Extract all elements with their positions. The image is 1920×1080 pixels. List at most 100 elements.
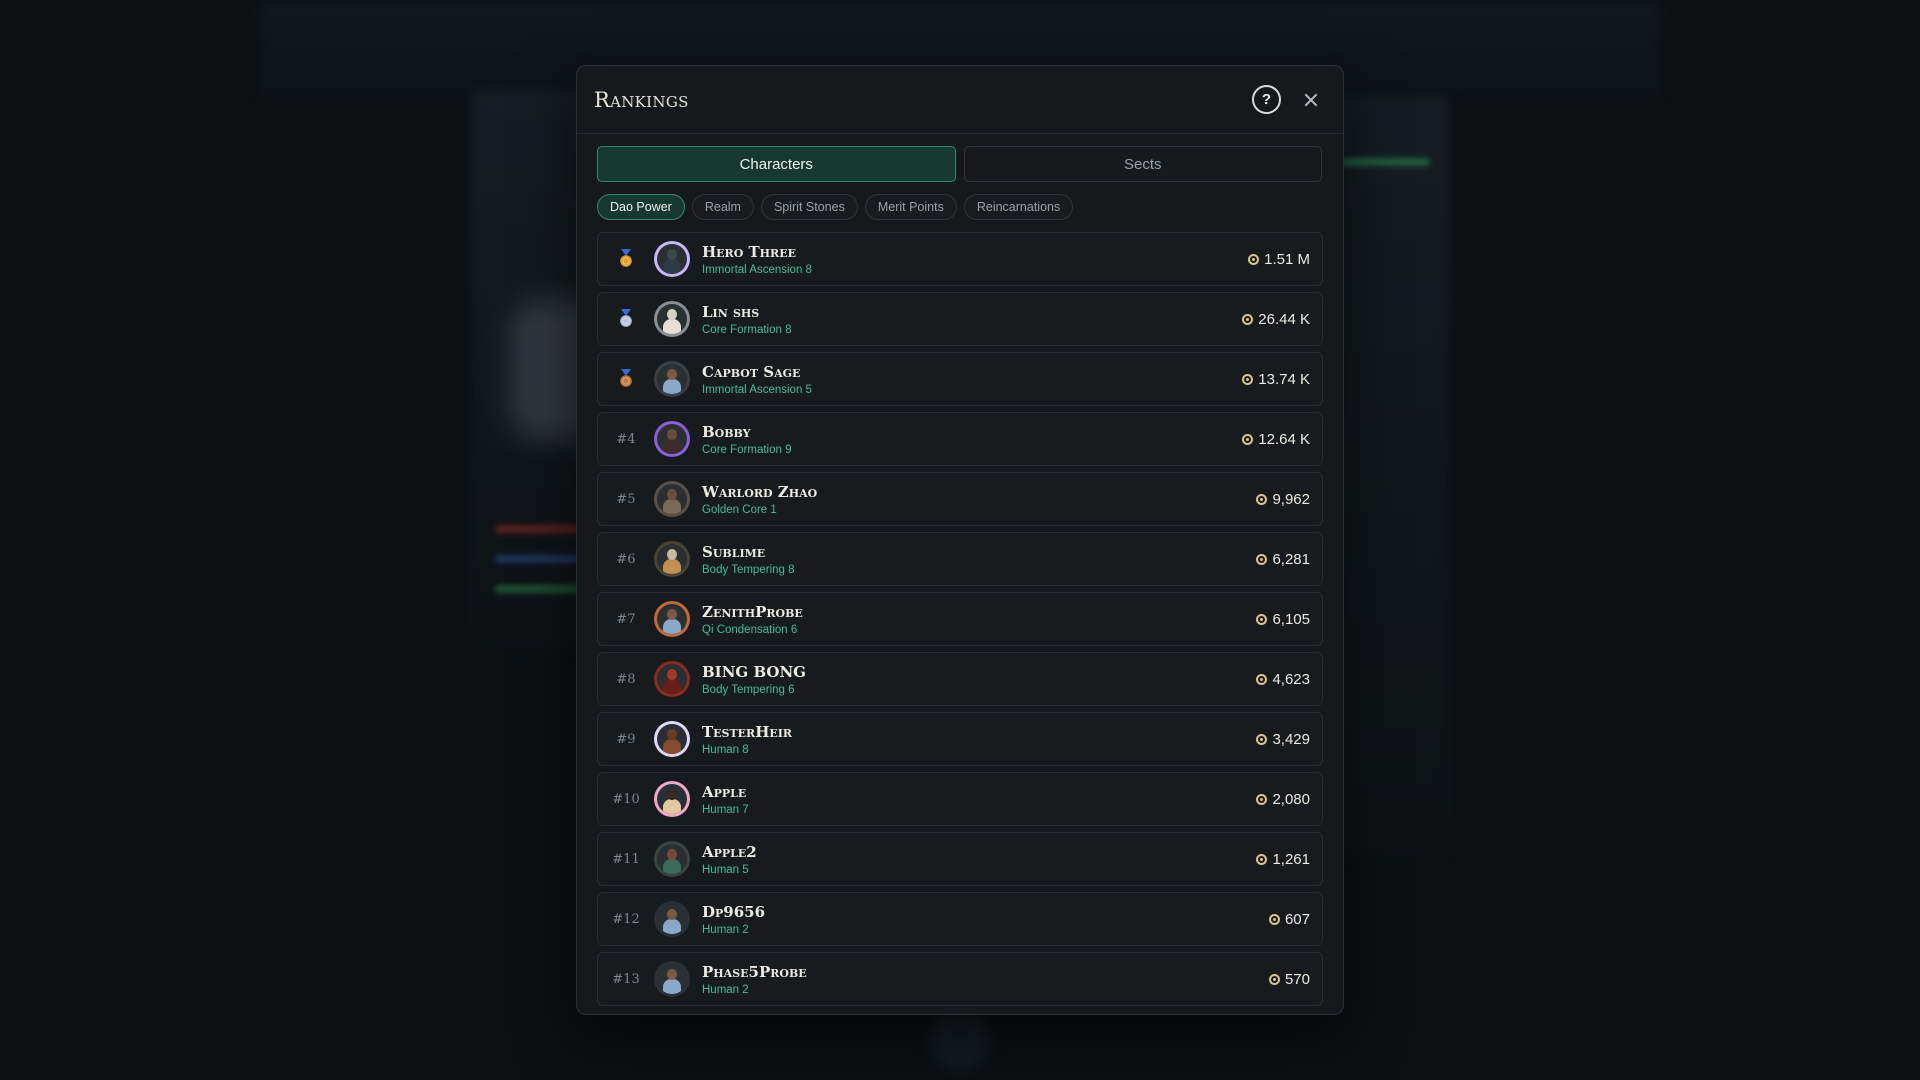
ranking-row[interactable]: #6 Sublime Body Tempering 8 6,281 <box>597 532 1323 586</box>
rank-number: #12 <box>612 911 640 927</box>
rank-number: #4 <box>616 431 636 447</box>
tab-characters[interactable]: Characters <box>597 146 956 182</box>
character-name: BING BONG <box>702 662 806 681</box>
character-name: Lin shs <box>702 302 760 321</box>
character-realm: Body Tempering 8 <box>702 563 795 576</box>
character-info: Apple Human 7 <box>702 783 1256 816</box>
dao-power-text: 1,261 <box>1272 850 1310 868</box>
help-button[interactable]: ? <box>1252 85 1281 114</box>
ranking-row[interactable]: #7 ZenithProbe Qi Condensation 6 6,105 <box>597 592 1323 646</box>
rank-number: #11 <box>612 851 640 867</box>
background-mana-bar <box>495 555 585 563</box>
character-info: BING BONG Body Tempering 6 <box>702 663 1256 696</box>
character-info: ZenithProbe Qi Condensation 6 <box>702 603 1256 636</box>
dao-power-icon <box>1268 913 1280 925</box>
tab-sects[interactable]: Sects <box>963 146 1322 182</box>
character-realm: Human 8 <box>702 743 749 756</box>
avatar <box>654 361 690 397</box>
ranking-row[interactable]: #4 Bobby Core Formation 9 12.64 K <box>597 412 1323 466</box>
character-info: Dp9656 Human 2 <box>702 903 1269 936</box>
close-icon[interactable] <box>1301 90 1321 110</box>
ranking-row[interactable]: Hero Three Immortal Ascension 8 1.51 M <box>597 232 1323 286</box>
avatar <box>654 481 690 517</box>
character-info: Bobby Core Formation 9 <box>702 423 1242 456</box>
avatar <box>654 421 690 457</box>
ranking-row[interactable]: #10 Apple Human 7 2,080 <box>597 772 1323 826</box>
main-tabs: Characters Sects <box>577 134 1343 182</box>
character-name: Bobby <box>702 422 751 441</box>
rank-number: #7 <box>616 611 636 627</box>
dao-power-value: 6,281 <box>1256 551 1310 568</box>
character-realm: Body Tempering 6 <box>702 683 795 696</box>
subtab-merit-points[interactable]: Merit Points <box>864 194 957 220</box>
modal-header: Rankings ? <box>577 66 1343 134</box>
background-orb <box>930 1010 990 1070</box>
character-realm: Immortal Ascension 8 <box>702 263 812 276</box>
rank-number: #5 <box>616 491 636 507</box>
avatar <box>654 961 690 997</box>
character-realm: Human 2 <box>702 923 749 936</box>
dao-power-icon <box>1256 673 1268 685</box>
rank-number: #8 <box>616 671 636 687</box>
subtab-dao-power[interactable]: Dao Power <box>597 194 685 220</box>
dao-power-text: 1.51 M <box>1264 250 1310 268</box>
sub-tabs: Dao Power Realm Spirit Stones Merit Poin… <box>577 182 1343 220</box>
ranking-row[interactable]: Capbot Sage Immortal Ascension 5 13.74 K <box>597 352 1323 406</box>
avatar <box>654 781 690 817</box>
background-stamina-bar <box>495 585 585 593</box>
character-name: ZenithProbe <box>702 602 803 621</box>
dao-power-value: 26.44 K <box>1242 311 1310 328</box>
dao-power-value: 3,429 <box>1256 731 1310 748</box>
dao-power-value: 1.51 M <box>1248 251 1310 268</box>
gold-medal-icon <box>598 249 654 269</box>
subtab-spirit-stones[interactable]: Spirit Stones <box>760 194 858 220</box>
character-name: Apple2 <box>702 842 757 861</box>
subtab-reincarnations[interactable]: Reincarnations <box>963 194 1074 220</box>
ranking-row[interactable]: #9 TesterHeir Human 8 3,429 <box>597 712 1323 766</box>
avatar <box>654 241 690 277</box>
dao-power-value: 9,962 <box>1256 491 1310 508</box>
character-name: Warlord Zhao <box>702 482 818 501</box>
dao-power-value: 4,623 <box>1256 671 1310 688</box>
character-name: Hero Three <box>702 242 796 261</box>
avatar <box>654 541 690 577</box>
avatar <box>654 661 690 697</box>
dao-power-text: 4,623 <box>1272 670 1310 688</box>
character-name: Capbot Sage <box>702 362 801 381</box>
character-name: TesterHeir <box>702 722 793 741</box>
dao-power-icon <box>1248 253 1260 265</box>
dao-power-icon <box>1256 793 1268 805</box>
rank-number: #13 <box>612 971 640 987</box>
dao-power-icon <box>1268 973 1280 985</box>
subtab-realm[interactable]: Realm <box>691 194 754 220</box>
avatar <box>654 901 690 937</box>
character-info: Lin shs Core Formation 8 <box>702 303 1242 336</box>
ranking-row[interactable]: #12 Dp9656 Human 2 607 <box>597 892 1323 946</box>
character-info: Apple2 Human 5 <box>702 843 1256 876</box>
dao-power-text: 9,962 <box>1272 490 1310 508</box>
ranking-row[interactable]: #8 BING BONG Body Tempering 6 4,623 <box>597 652 1323 706</box>
ranking-row[interactable]: #13 Phase5Probe Human 2 570 <box>597 952 1323 1006</box>
rank-number: #9 <box>616 731 636 747</box>
character-info: Hero Three Immortal Ascension 8 <box>702 243 1248 276</box>
rankings-list: Hero Three Immortal Ascension 8 1.51 M Lin … <box>577 220 1343 1006</box>
dao-power-text: 26.44 K <box>1258 310 1310 328</box>
dao-power-value: 2,080 <box>1256 791 1310 808</box>
dao-power-text: 607 <box>1284 910 1310 928</box>
character-realm: Human 2 <box>702 983 749 996</box>
header-actions: ? <box>1252 85 1321 114</box>
background-progress-bar <box>1340 158 1430 166</box>
ranking-row[interactable]: Lin shs Core Formation 8 26.44 K <box>597 292 1323 346</box>
avatar <box>654 601 690 637</box>
character-info: Phase5Probe Human 2 <box>702 963 1269 996</box>
character-info: TesterHeir Human 8 <box>702 723 1256 756</box>
rankings-modal: Rankings ? Characters Sects Dao Power Re… <box>576 65 1344 1015</box>
ranking-row[interactable]: #11 Apple2 Human 5 1,261 <box>597 832 1323 886</box>
avatar <box>654 301 690 337</box>
ranking-row[interactable]: #5 Warlord Zhao Golden Core 1 9,962 <box>597 472 1323 526</box>
character-realm: Core Formation 8 <box>702 323 792 336</box>
dao-power-text: 6,281 <box>1272 550 1310 568</box>
dao-power-icon <box>1242 313 1254 325</box>
character-realm: Qi Condensation 6 <box>702 623 798 636</box>
silver-medal-icon <box>598 309 654 329</box>
